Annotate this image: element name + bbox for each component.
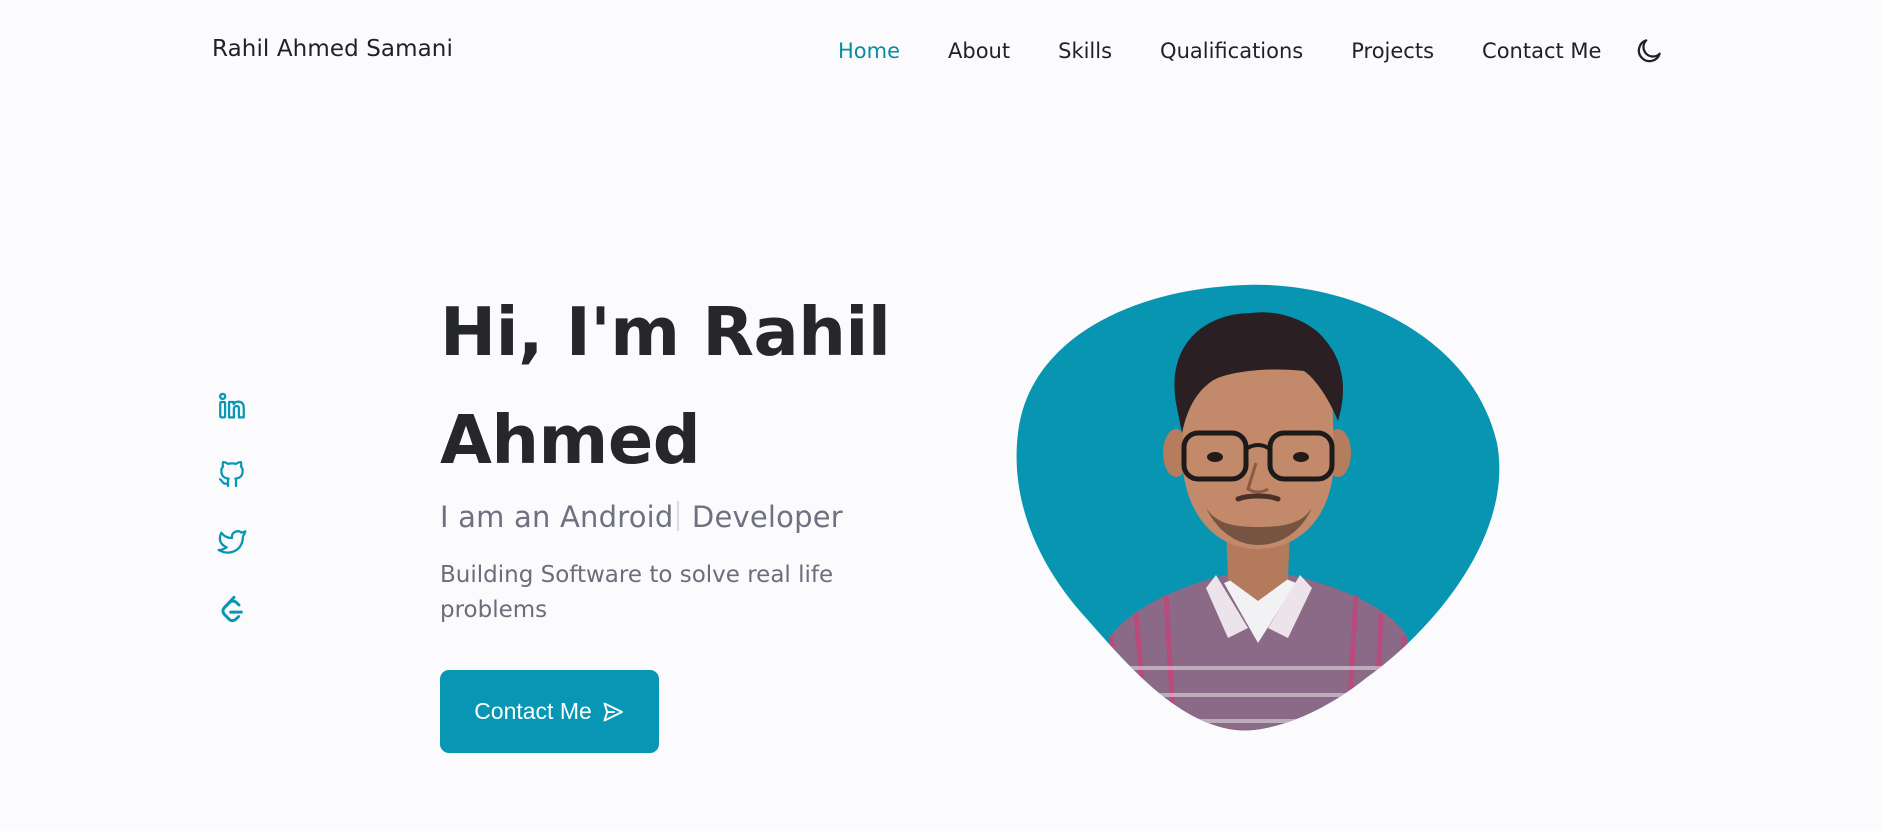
nav-projects[interactable]: Projects <box>1351 39 1434 63</box>
send-icon <box>603 702 623 721</box>
social-github[interactable] <box>216 458 250 492</box>
profile-avatar <box>1016 283 1500 733</box>
subtitle-role: Developer <box>682 500 843 534</box>
moon-icon <box>1637 39 1661 63</box>
hero-subtitle: I am an Android Developer <box>440 500 920 534</box>
social-leetcode[interactable] <box>216 594 250 628</box>
nav-qualifications[interactable]: Qualifications <box>1160 39 1303 63</box>
github-icon <box>218 460 244 488</box>
nav-home[interactable]: Home <box>838 39 900 63</box>
site-logo[interactable]: Rahil Ahmed Samani <box>212 36 453 62</box>
typed-text: I am an Android <box>440 500 674 534</box>
social-links <box>216 390 252 662</box>
nav-skills[interactable]: Skills <box>1058 39 1112 63</box>
social-linkedin[interactable] <box>216 390 250 424</box>
hero-title-line-2: Ahmed <box>440 401 701 479</box>
leetcode-icon <box>221 595 243 623</box>
hero-section: Hi, I'm Rahil Ahmed I am an Android Deve… <box>440 278 920 753</box>
twitter-icon <box>217 530 247 554</box>
typing-cursor <box>676 501 679 531</box>
main-nav: Home About Skills Qualifications Project… <box>838 36 1601 66</box>
theme-toggle-button[interactable] <box>1634 36 1664 66</box>
contact-me-button-label: Contact Me <box>474 698 592 724</box>
hero-description: Building Software to solve real life pro… <box>440 562 834 623</box>
hero-title-line-1: Hi, I'm Rahil <box>440 293 891 371</box>
nav-contact[interactable]: Contact Me <box>1482 39 1601 63</box>
header: Rahil Ahmed Samani Home About Skills Qua… <box>0 0 1882 104</box>
profile-photo <box>1016 284 1500 731</box>
linkedin-icon <box>218 392 245 419</box>
social-twitter[interactable] <box>216 526 250 560</box>
hero-title: Hi, I'm Rahil Ahmed <box>440 278 920 494</box>
nav-about[interactable]: About <box>948 39 1010 63</box>
contact-me-button[interactable]: Contact Me <box>440 670 659 753</box>
